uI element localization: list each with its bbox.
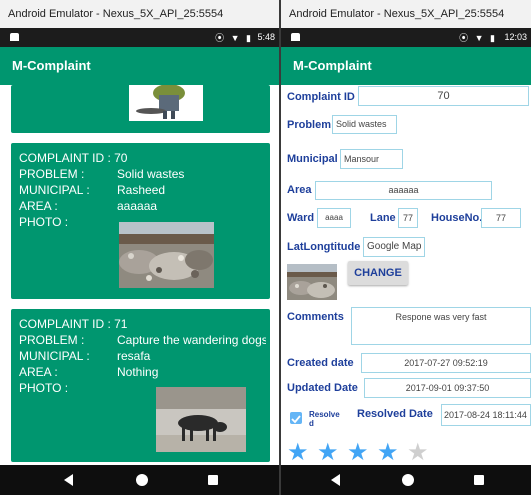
ward-label: Ward [287,212,315,224]
star-icon-empty[interactable]: ★ [407,441,429,465]
nav-bar [281,465,531,495]
updated-date-field[interactable]: 2017-09-01 09:37:50 [364,378,531,398]
municipal-value: Rasheed [117,183,166,197]
notification-icon [10,33,19,41]
recent-apps-icon[interactable] [208,475,218,485]
home-icon[interactable] [136,474,148,486]
resolved-checkbox[interactable] [290,412,302,424]
complaint-id-label: COMPLAINT ID : 70 [19,151,128,165]
created-date-label: Created date [287,357,354,369]
area-label: Area [287,184,312,196]
house-number-field[interactable]: 77 [481,208,521,228]
app-title: M-Complaint [281,47,531,85]
complaint-id-label: Complaint ID [287,91,355,103]
problem-key: PROBLEM : [19,333,85,347]
problem-key: PROBLEM : [19,167,85,181]
status-time: 12:03 [504,32,527,42]
municipal-key: MUNICIPAL : [19,183,90,197]
municipal-field[interactable]: Mansour [340,149,403,169]
problem-value: Capture the wandering dogs [117,333,266,347]
photo-key: PHOTO : [19,381,69,395]
back-icon[interactable] [64,474,73,486]
resolved-checkbox-label: Resolve d [309,410,340,428]
municipal-value: resafa [117,349,151,363]
check-icon [291,415,301,424]
complaint-id-label: COMPLAINT ID : 71 [19,317,128,331]
created-date-field[interactable]: 2017-07-27 09:52:19 [361,353,531,373]
star-icon-filled[interactable]: ★ [377,441,399,465]
complaint-card[interactable]: COMPLAINT ID : 70 PROBLEM : Solid wastes … [11,143,270,299]
window-title: Android Emulator - Nexus_5X_API_25:5554 [281,0,531,28]
resolved-date-field[interactable]: 2017-08-24 18:11:44 [441,404,531,426]
left-emulator-window: Android Emulator - Nexus_5X_API_25:5554 … [0,0,279,495]
municipal-label: Municipal [287,153,338,165]
problem-value: Solid wastes [117,167,185,181]
status-bar: ⦿ ▼ ▮ 12:03 [281,28,531,47]
status-bar: ⦿ ▼ ▮ 5:48 [0,28,279,47]
nav-bar [0,465,279,495]
updated-date-label: Updated Date [287,382,358,394]
star-icon-filled[interactable]: ★ [347,441,369,465]
complaint-id-field[interactable]: 70 [358,86,529,106]
complaint-photo-thumb [287,264,337,300]
house-number-label: HouseNo. [431,212,483,224]
status-icons: ⦿ ▼ ▮ [215,33,253,43]
lane-label: Lane [370,212,396,224]
municipal-key: MUNICIPAL : [19,349,90,363]
complaint-photo [129,85,203,121]
status-icons: ⦿ ▼ ▮ [459,33,497,43]
area-field[interactable]: aaaaaa [315,181,492,200]
notification-icon [291,33,300,41]
comments-label: Comments [287,311,344,323]
recent-apps-icon[interactable] [474,475,484,485]
app-title: M-Complaint [0,47,279,85]
window-title: Android Emulator - Nexus_5X_API_25:5554 [0,0,279,28]
latlong-field[interactable]: Google Map [363,237,425,257]
back-icon[interactable] [331,474,340,486]
right-emulator-window: Android Emulator - Nexus_5X_API_25:5554 … [281,0,531,495]
problem-label: Problem [287,119,332,131]
complaint-photo-garbage [119,222,214,288]
ward-field[interactable]: aaaa [317,208,351,228]
photo-key: PHOTO : [19,215,69,229]
area-value: Nothing [117,365,159,379]
latlong-label: LatLongtitude [287,241,361,253]
comments-field[interactable]: Respone was very fast [351,307,531,345]
lane-field[interactable]: 77 [398,208,418,228]
area-key: AREA : [19,199,58,213]
problem-field[interactable]: Solid wastes [332,115,397,134]
star-icon-filled[interactable]: ★ [287,441,309,465]
area-value: aaaaaa [117,199,158,213]
complaint-card[interactable]: COMPLAINT ID : 71 PROBLEM : Capture the w… [11,309,270,462]
area-key: AREA : [19,365,58,379]
change-photo-button[interactable]: CHANGE [348,261,408,285]
complaint-card-partial[interactable] [11,85,270,133]
star-icon-filled[interactable]: ★ [317,441,339,465]
complaint-photo-dog [156,387,246,452]
home-icon[interactable] [402,474,414,486]
status-time: 5:48 [257,32,275,42]
resolved-date-label: Resolved Date [357,408,433,420]
